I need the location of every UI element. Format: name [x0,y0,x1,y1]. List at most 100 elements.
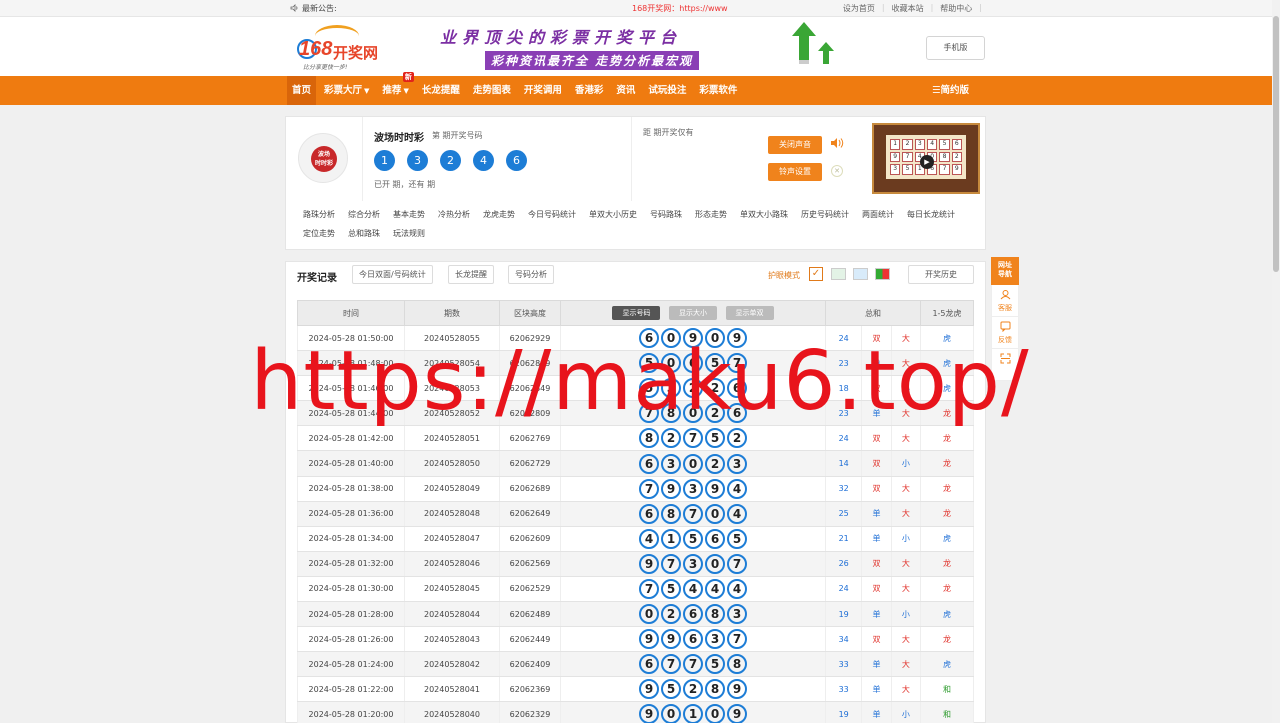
theme-blue-swatch[interactable] [853,268,868,280]
nav-item[interactable]: 首页 [287,76,317,105]
analysis-tab[interactable]: 今日号码统计 [528,209,576,220]
promo-video-thumbnail[interactable]: 123456 974082 351679 ▶ [872,123,980,194]
cell-oe: 单 [861,350,892,377]
table-row: 2024-05-28 01:26:00 20240528043 62062449 9 9… [297,626,974,653]
site-logo[interactable]: 168 开奖网 比分享更快一步! [297,23,392,71]
cell-sum: 19 [824,701,863,723]
cell-numbers: 68704 [560,501,826,527]
nav-item[interactable]: 香港彩 [570,76,609,105]
table-row: 2024-05-28 01:28:00 20240528044 62062489 0 2… [297,601,974,628]
show-numbers-toggle[interactable]: 显示号码 [612,306,661,320]
analysis-tab[interactable]: 龙虎走势 [483,209,515,220]
number-analysis-button[interactable]: 号码分析 [508,265,554,284]
volume-icon[interactable] [830,137,844,152]
play-icon[interactable]: ▶ [920,155,934,169]
cell-bs: 大 [890,350,922,377]
game-logo: 波场 时时彩 [298,133,348,183]
set-homepage-link[interactable]: 设为首页 [843,3,875,14]
theme-green-swatch[interactable] [831,268,846,280]
notice-marquee[interactable]: 168开奖网：https://www [632,3,728,14]
draw-number: 5 [639,378,659,399]
today-stats-button[interactable]: 今日双面/号码统计 [352,265,433,284]
cell-issue: 20240528050 [404,450,500,477]
draw-number: 6 [683,353,703,374]
draw-history-button[interactable]: 开奖历史 [908,265,974,284]
nav-item[interactable]: 走势图表 [468,76,516,105]
mute-button[interactable]: 关闭声音 [768,136,822,154]
logo-slogan: 比分享更快一步! [303,64,348,71]
show-odd-even-toggle[interactable]: 显示单双 [725,306,774,320]
analysis-tab[interactable]: 玩法规则 [393,228,425,239]
cell-bs: 大 [890,325,922,352]
analysis-tab[interactable]: 综合分析 [348,209,380,220]
feedback-button[interactable]: 反馈 [991,317,1019,349]
feedback-label: 反馈 [998,336,1012,344]
nav-item-label: 香港彩 [574,85,604,96]
draw-number: 2 [727,428,747,449]
analysis-tab[interactable]: 总和路珠 [348,228,380,239]
close-icon[interactable]: ✕ [831,165,843,177]
theme-multicolor-swatch[interactable] [875,268,890,280]
ringtone-settings-button[interactable]: 铃声设置 [768,163,822,181]
nav-item[interactable]: 推荐 ▼ 新 [377,72,414,105]
scrollbar-thumb[interactable] [1273,16,1279,272]
table-row: 2024-05-28 01:22:00 20240528041 62062369 9 5… [297,676,974,703]
cell-numbers: 95289 [560,676,826,703]
cell-issue: 20240528052 [404,400,500,427]
chevron-down-icon: ▼ [364,87,370,95]
cell-dt: 虎 [920,325,974,352]
nav-item[interactable]: 彩票软件 [694,76,742,105]
nav-item[interactable]: 长龙提醒 [417,76,465,105]
eye-mode-checkbox[interactable]: ✓ [809,267,823,281]
draw-number: 3 [661,453,681,474]
scan-button[interactable] [991,349,1019,381]
nav-item[interactable]: 开奖调用 [519,76,567,105]
analysis-tab[interactable]: 冷热分析 [438,209,470,220]
cell-oe: 双 [861,325,892,352]
table-row: 2024-05-28 01:44:00 20240528052 62062809 7 8… [297,400,974,427]
nav-item[interactable]: 资讯 [611,76,640,105]
cell-numbers: 90109 [560,701,826,723]
draw-number: 1 [683,704,703,723]
nav-item[interactable]: 彩票大厅 ▼ [319,76,374,105]
analysis-tab[interactable]: 基本走势 [393,209,425,220]
col-issue: 期数 [404,300,500,326]
analysis-tab[interactable]: 每日长龙统计 [907,209,955,220]
nav-item[interactable]: 试玩投注 [643,76,691,105]
cell-time: 2024-05-28 01:44:00 [297,400,405,427]
cell-sum: 34 [824,626,863,653]
customer-service-button[interactable]: 客服 [991,285,1019,317]
show-size-toggle[interactable]: 显示大小 [669,306,717,320]
analysis-tab[interactable]: 单双大小路珠 [740,209,788,220]
help-center-link[interactable]: 帮助中心 [940,3,972,14]
cell-numbers: 67758 [560,651,826,678]
draw-number: 7 [683,503,703,524]
cell-issue: 20240528049 [404,476,500,502]
analysis-tab[interactable]: 号码路珠 [650,209,682,220]
draw-number: 3 [727,604,747,625]
main-nav: 首页 彩票大厅 ▼ 推荐 ▼ 新长龙提醒 走势图表 开奖调用 香港彩 资讯 试玩投注 彩票软件 ☰简约… [0,72,1272,105]
site-nav-button[interactable]: 网址 导航 [991,257,1019,285]
draw-number: 7 [639,578,659,599]
simple-mode-link[interactable]: ☰简约版 [932,76,969,105]
draw-number: 8 [661,403,681,424]
analysis-tab[interactable]: 历史号码统计 [801,209,849,220]
cell-dt: 龙 [920,626,974,653]
bookmark-link[interactable]: 收藏本站 [892,3,924,14]
mobile-version-button[interactable]: 手机版 [926,36,985,60]
analysis-tab[interactable]: 路珠分析 [303,209,335,220]
cell-bs: 大 [890,425,922,452]
draw-number: 5 [661,679,681,700]
banner-subline: 彩种资讯最齐全 走势分析最宏观 [485,51,700,70]
analysis-tab[interactable]: 定位走势 [303,228,335,239]
chat-icon [992,321,1018,335]
long-dragon-button[interactable]: 长龙提醒 [448,265,494,284]
analysis-tab[interactable]: 形态走势 [695,209,727,220]
separator: | [881,3,885,12]
cell-oe: 双 [861,375,892,402]
analysis-tab[interactable]: 两面统计 [862,209,894,220]
page-scrollbar[interactable] [1272,0,1280,723]
draw-number: 7 [727,353,747,374]
nav-item-label: 首页 [292,85,312,96]
analysis-tab[interactable]: 单双大小历史 [589,209,637,220]
